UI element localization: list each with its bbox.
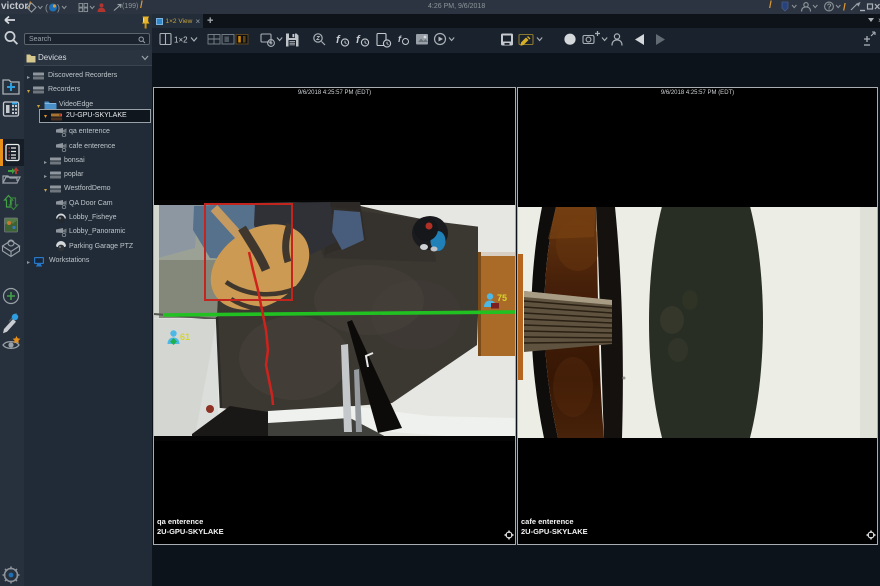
svg-text:?: ? [827, 3, 832, 12]
svg-text:/: / [843, 3, 846, 14]
svg-text:(: ( [45, 3, 48, 13]
svg-text:1×2: 1×2 [174, 36, 188, 45]
svg-text:f: f [336, 34, 341, 46]
svg-text:61: 61 [180, 332, 190, 342]
svg-text:75: 75 [497, 293, 507, 303]
svg-text:): ) [57, 3, 60, 13]
svg-text:f: f [356, 34, 361, 46]
svg-text:f: f [398, 34, 402, 44]
